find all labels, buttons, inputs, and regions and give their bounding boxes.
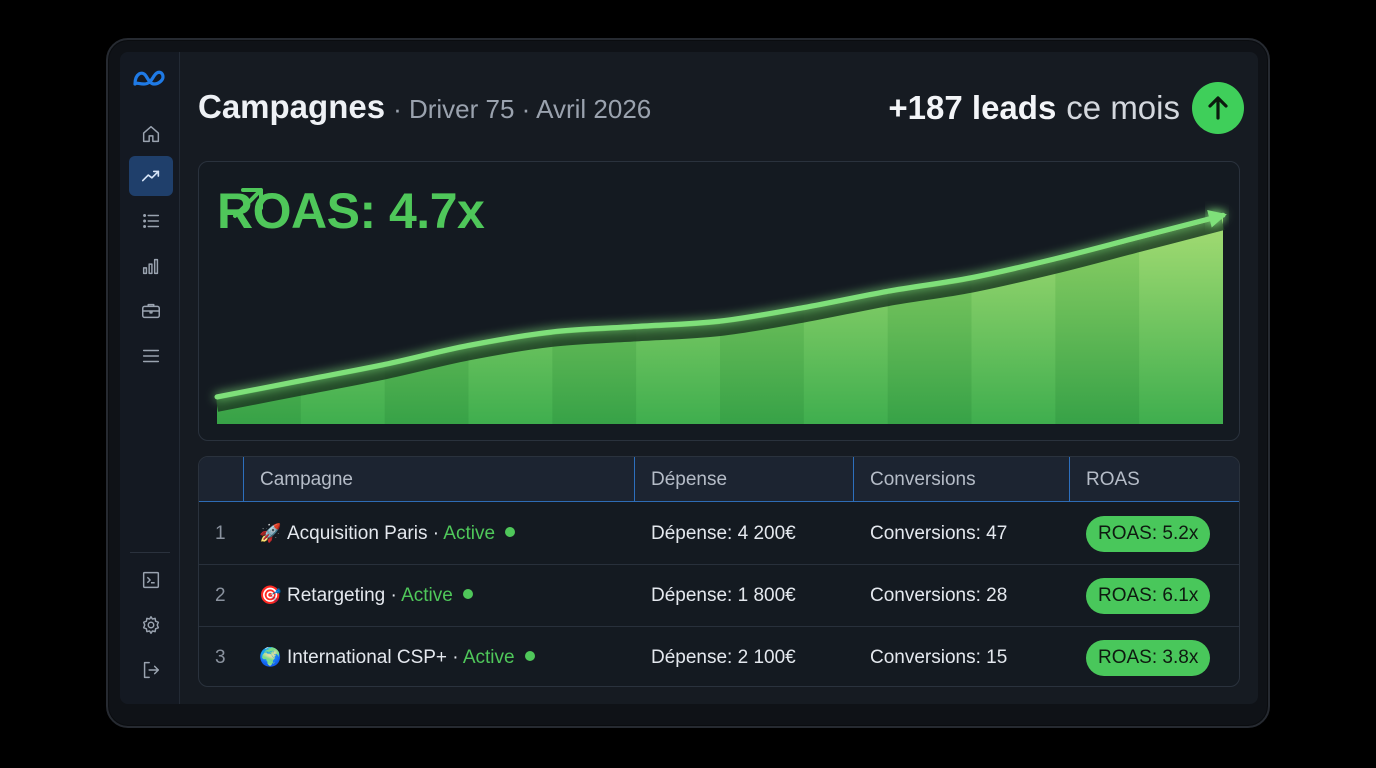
leads-summary: +187 leads ce mois (888, 82, 1244, 134)
status-label: Active (443, 523, 496, 544)
table-row[interactable]: 1 🚀 Acquisition Paris · Active Dépense: 4… (199, 503, 1239, 565)
campaign-name: 🎯 Retargeting · Active (259, 565, 473, 626)
trending-up-icon (141, 170, 160, 182)
nav-campaigns[interactable] (129, 156, 173, 196)
roas-badge: ROAS: 3.8x (1086, 640, 1211, 676)
main-content: Campagnes · Driver 75 · Avril 2026 +187 … (180, 52, 1258, 704)
status-label: Active (401, 585, 453, 606)
col-header-roas[interactable]: ROAS (1069, 457, 1140, 502)
nav-settings[interactable] (129, 605, 173, 645)
sidebar-divider (130, 552, 170, 553)
status-dot-icon (462, 588, 473, 599)
home-icon (142, 125, 160, 143)
area-band (552, 215, 637, 424)
nav-analytics[interactable] (129, 246, 173, 286)
roas-chart-card: ROAS: 4.7x (198, 161, 1240, 441)
conversions-value: Conversions: 28 (870, 585, 1008, 606)
logout-icon (143, 661, 160, 679)
leads-period: ce mois (1066, 89, 1180, 126)
menu-icon (142, 349, 160, 363)
spend-value: Dépense: 2 100€ (651, 647, 796, 668)
roas-headline: ROAS: 4.7x (217, 182, 485, 240)
tablet-frame: Campagnes · Driver 75 · Avril 2026 +187 … (106, 38, 1270, 728)
nav-logout[interactable] (129, 650, 173, 690)
campaign-name: 🌍 International CSP+ · Active (259, 627, 535, 686)
campaign-label: Acquisition Paris · (287, 523, 440, 544)
spend-value: Dépense: 1 800€ (651, 585, 796, 606)
campaigns-table: Campagne Dépense Conversions ROAS 1 🚀 Acq… (198, 456, 1240, 687)
row-index: 3 (215, 647, 226, 668)
campaign-label: International CSP+ · (287, 647, 459, 668)
status-dot-icon (524, 650, 535, 661)
page-title: Campagnes (198, 88, 386, 125)
sidebar (120, 52, 180, 704)
table-row[interactable]: 2 🎯 Retargeting · Active Dépense: 1 800€ … (199, 565, 1239, 627)
briefcase-icon (142, 303, 160, 319)
nav-business[interactable] (129, 291, 173, 331)
area-band (971, 215, 1056, 424)
col-header-conversions[interactable]: Conversions (853, 457, 976, 502)
row-index: 2 (215, 585, 226, 606)
gear-icon (142, 616, 160, 634)
conversions-value: Conversions: 47 (870, 523, 1008, 544)
globe-icon: 🌍 (259, 647, 282, 668)
meta-logo-icon[interactable] (132, 68, 168, 90)
app-screen: Campagnes · Driver 75 · Avril 2026 +187 … (120, 52, 1258, 704)
arrow-up-right-icon (233, 188, 263, 218)
campaign-label: Retargeting · (287, 585, 397, 606)
table-row[interactable]: 3 🌍 International CSP+ · Active Dépense: … (199, 627, 1239, 686)
nav-home[interactable] (129, 114, 173, 154)
col-header-spend[interactable]: Dépense (634, 457, 727, 502)
conversions-value: Conversions: 15 (870, 647, 1008, 668)
roas-badge: ROAS: 5.2x (1086, 516, 1211, 552)
list-icon (143, 214, 160, 228)
table-header: Campagne Dépense Conversions ROAS (199, 457, 1239, 502)
page-header: Campagnes · Driver 75 · Avril 2026 (198, 88, 651, 126)
campaign-name: 🚀 Acquisition Paris · Active (259, 503, 516, 564)
status-dot-icon (505, 526, 516, 537)
nav-list[interactable] (129, 201, 173, 241)
target-icon: 🎯 (259, 585, 282, 606)
spend-value: Dépense: 4 200€ (651, 523, 796, 544)
nav-reports[interactable] (129, 560, 173, 600)
area-band (1055, 215, 1140, 424)
nav-menu[interactable] (129, 336, 173, 376)
area-band (720, 215, 805, 424)
area-band (636, 215, 721, 424)
row-index: 1 (215, 523, 226, 544)
trend-up-badge (1192, 82, 1244, 134)
page-subtitle: · Driver 75 · Avril 2026 (393, 94, 652, 124)
leads-count: +187 leads (888, 89, 1057, 126)
roas-badge: ROAS: 6.1x (1086, 578, 1211, 614)
rocket-icon: 🚀 (259, 523, 282, 544)
report-icon (142, 571, 160, 589)
arrow-up-icon (1208, 96, 1228, 120)
bar-chart-icon (142, 258, 159, 275)
col-header-campaign[interactable]: Campagne (243, 457, 353, 502)
status-label: Active (462, 647, 515, 668)
